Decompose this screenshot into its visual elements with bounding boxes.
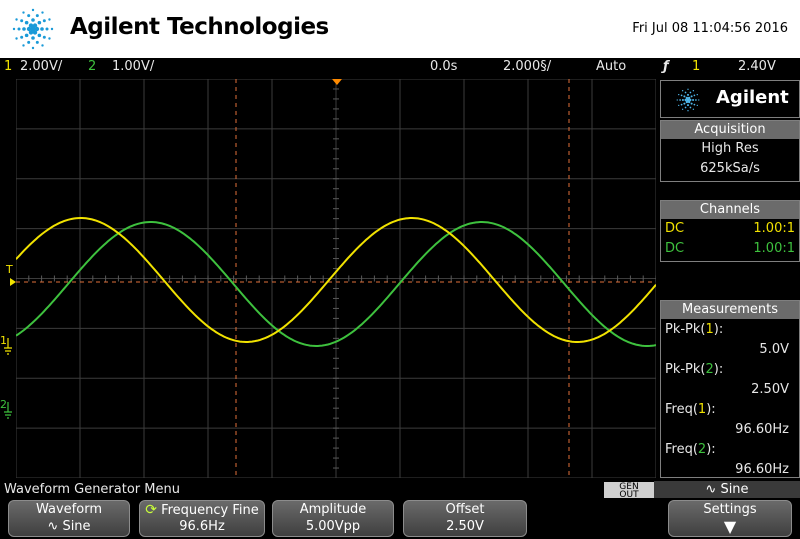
offset-softkey[interactable]: Offset 2.50V	[403, 500, 527, 537]
trigger-position-marker[interactable]	[332, 79, 342, 85]
header-bar: Agilent Technologies Fri Jul 08 11:04:56…	[0, 0, 800, 58]
agilent-star-icon	[676, 88, 700, 112]
measurements-box[interactable]: Measurements Pk-Pk(1): 5.0V Pk-Pk(2): 2.…	[660, 300, 800, 478]
softkey-value: 5.00Vpp	[305, 519, 361, 534]
waveform-softkey[interactable]: Waveform ∿ Sine	[8, 500, 130, 537]
sample-rate: 625kSa/s	[700, 161, 760, 176]
ch1-ground-marker: 1	[0, 334, 7, 347]
down-arrow-icon: ▼	[723, 517, 737, 536]
ch1-coupling: DC	[665, 221, 685, 236]
measurement-value: 5.0V	[759, 342, 789, 357]
ch2-ground-marker: 2	[0, 398, 7, 411]
trigger-channel[interactable]: 1	[692, 59, 700, 74]
waveform-indicator: ∿ Sine	[654, 481, 800, 498]
settings-softkey[interactable]: Settings ▼	[668, 500, 792, 537]
ch1-probe-ratio: 1.00:1	[753, 221, 795, 236]
ch2-probe-ratio: 1.00:1	[753, 241, 795, 256]
menu-title: Waveform Generator Menu	[4, 482, 180, 497]
channel-row: DC 1.00:1	[661, 239, 799, 259]
rotate-knob-icon: ⟳	[145, 502, 157, 518]
amplitude-softkey[interactable]: Amplitude 5.00Vpp	[272, 500, 394, 537]
ch2-coupling: DC	[665, 241, 685, 256]
channels-box[interactable]: Channels DC 1.00:1 DC 1.00:1	[660, 200, 800, 262]
measurement-label: Freq(1):	[665, 402, 716, 417]
softkey-label: Offset	[445, 502, 485, 517]
measurements-title: Measurements	[661, 301, 799, 319]
trigger-marker: T	[5, 263, 13, 276]
frequency-fine-softkey[interactable]: ⟳ Frequency Fine 96.6Hz	[139, 500, 265, 537]
trigger-mode[interactable]: Auto	[596, 59, 626, 74]
time-offset[interactable]: 0.0s	[430, 59, 457, 74]
measurement-value: 2.50V	[751, 382, 789, 397]
ch1-scale[interactable]: 2.00V/	[20, 59, 62, 74]
ch2-number[interactable]: 2	[88, 59, 96, 74]
measurement-value: 96.60Hz	[735, 422, 789, 437]
trigger-level[interactable]: 2.40V	[738, 59, 776, 74]
measurement-label: Pk-Pk(2):	[665, 362, 724, 377]
side-panel: Agilent Acquisition High Res 625kSa/s Ch…	[660, 80, 800, 478]
panel-brand: Agilent	[716, 87, 789, 108]
agilent-logo-icon	[12, 8, 54, 50]
agilent-badge: Agilent	[660, 80, 800, 118]
measurement-label: Pk-Pk(1):	[665, 322, 724, 337]
waveform-display[interactable]	[16, 79, 656, 478]
acquisition-title: Acquisition	[661, 121, 799, 139]
ch1-number[interactable]: 1	[4, 59, 12, 74]
measurement-value: 96.60Hz	[735, 462, 789, 477]
acquisition-mode: High Res	[701, 141, 759, 156]
time-scale[interactable]: 2.000§/	[503, 59, 551, 74]
date-time: Fri Jul 08 11:04:56 2016	[632, 21, 788, 36]
gen-out-indicator[interactable]: GEN OUT	[604, 482, 654, 500]
channel-markers: T 1 2	[0, 263, 16, 419]
status-bar: 1 2.00V/ 2 1.00V/ 0.0s 2.000§/ Auto ƒ 1 …	[0, 58, 800, 78]
ch2-scale[interactable]: 1.00V/	[112, 59, 154, 74]
softkey-label: Amplitude	[299, 502, 367, 517]
trigger-edge-icon: ƒ	[663, 59, 669, 74]
softkey-value: 2.50V	[446, 519, 484, 534]
channel-row: DC 1.00:1	[661, 219, 799, 239]
brand-title: Agilent Technologies	[70, 14, 329, 40]
channels-title: Channels	[661, 201, 799, 219]
softkey-label: Waveform	[36, 502, 102, 517]
acquisition-box[interactable]: Acquisition High Res 625kSa/s	[660, 120, 800, 182]
softkey-value: ∿ Sine	[47, 519, 91, 534]
measurement-label: Freq(2):	[665, 442, 716, 457]
softkey-value: 96.6Hz	[179, 519, 225, 534]
softkey-label: ⟳ Frequency Fine	[145, 502, 259, 518]
